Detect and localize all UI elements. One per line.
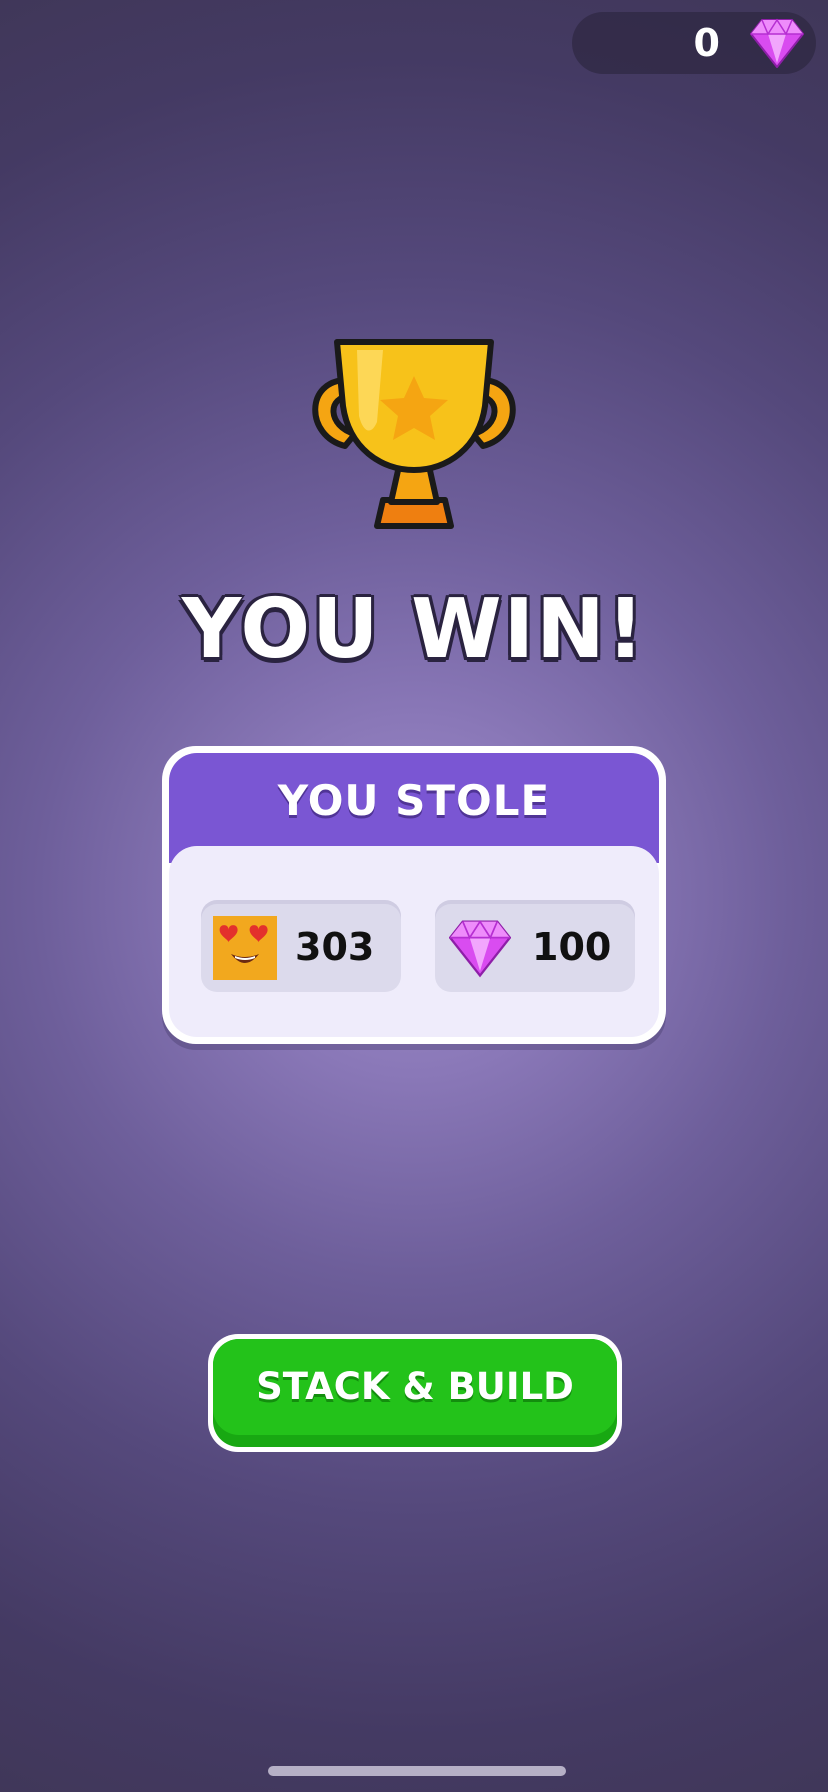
stack-and-build-button-face: STACK & BUILD bbox=[213, 1339, 617, 1447]
stolen-card-body: 303 100 bbox=[169, 846, 659, 1037]
stack-and-build-button-top: STACK & BUILD bbox=[213, 1339, 617, 1435]
stolen-card-title: YOU STOLE bbox=[277, 776, 551, 825]
stack-and-build-label: STACK & BUILD bbox=[256, 1365, 574, 1408]
stolen-gem-count: 100 bbox=[532, 925, 612, 969]
stack-and-build-button[interactable]: STACK & BUILD bbox=[208, 1334, 622, 1452]
stolen-emoji-reward: 303 bbox=[201, 904, 401, 992]
pink-gem-icon bbox=[449, 920, 511, 978]
stolen-gem-reward: 100 bbox=[435, 904, 635, 992]
stolen-rewards-card: YOU STOLE 303 100 bbox=[162, 746, 666, 1044]
home-indicator[interactable] bbox=[268, 1766, 566, 1776]
trophy-icon bbox=[312, 339, 516, 529]
gem-counter[interactable]: 0 bbox=[572, 12, 816, 74]
you-win-title: YOU WIN! bbox=[181, 582, 647, 677]
pink-gem-icon bbox=[750, 18, 804, 68]
gem-count: 0 bbox=[693, 21, 720, 65]
stolen-emoji-count: 303 bbox=[295, 925, 375, 969]
heart-eyes-emoji-icon bbox=[213, 916, 277, 980]
